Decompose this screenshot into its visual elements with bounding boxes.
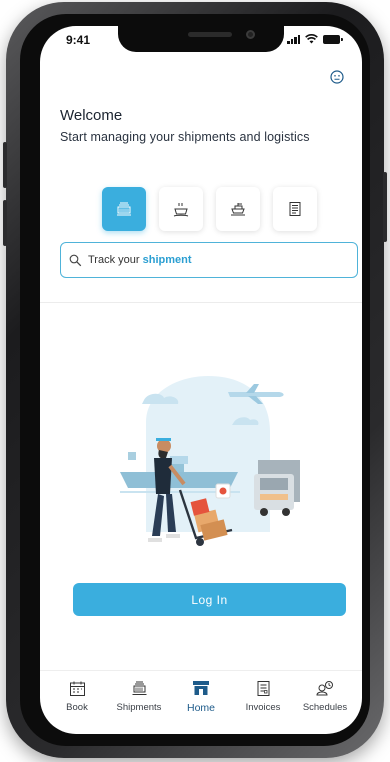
tab-home[interactable]: Home: [173, 679, 229, 734]
logistics-illustration: [120, 376, 300, 546]
track-shipment-input[interactable]: Track your shipment: [60, 242, 358, 278]
home-icon: [193, 681, 209, 695]
mode-button-document[interactable]: [273, 187, 317, 231]
tab-book[interactable]: Book: [49, 679, 105, 734]
sea-freight-icon: [117, 202, 131, 216]
delivery-truck: [254, 460, 300, 516]
status-icons: [287, 34, 343, 44]
app-screen: 9:41 Welcome Start managing your shipmen…: [40, 26, 362, 734]
wifi-icon: [305, 34, 318, 44]
search-placeholder: Track your shipment: [88, 254, 192, 266]
search-placeholder-prefix: Track your: [88, 254, 143, 266]
divider: [40, 302, 362, 303]
tab-label: Invoices: [245, 702, 281, 713]
signal-icon: [287, 34, 300, 44]
tab-label: Home: [186, 702, 215, 714]
air-freight-icon: [173, 203, 189, 217]
tab-label: Shipments: [116, 702, 162, 713]
page-title: Welcome: [60, 107, 123, 124]
side-button: [3, 142, 7, 188]
page-subtitle: Start managing your shipments and logist…: [60, 130, 310, 144]
status-time: 9:41: [66, 33, 91, 47]
mode-button-ship[interactable]: [216, 187, 260, 231]
invoice-icon: [257, 680, 269, 696]
ship-icon: [231, 203, 245, 216]
profile-icon[interactable]: [330, 70, 344, 84]
tab-schedules[interactable]: Schedules: [297, 679, 353, 734]
tab-invoices[interactable]: Invoices: [235, 679, 291, 734]
notch: [118, 26, 284, 52]
schedules-icon: [316, 680, 333, 695]
camera: [246, 30, 255, 39]
tab-shipments[interactable]: Shipments: [111, 679, 167, 734]
power-button: [383, 172, 387, 242]
speaker: [188, 32, 232, 37]
tab-label: Book: [66, 702, 88, 713]
mode-selector: [102, 187, 317, 231]
calendar-icon: [69, 681, 85, 696]
mode-button-air[interactable]: [159, 187, 203, 231]
battery-icon: [323, 34, 343, 44]
bottom-tab-bar: Book Shipments Home Invoices Schedules: [40, 670, 362, 734]
login-button[interactable]: Log In: [73, 583, 346, 616]
side-button: [3, 200, 7, 246]
tab-label: Schedules: [302, 702, 348, 713]
shipment-icon: [132, 681, 146, 695]
document-icon: [289, 202, 301, 216]
search-placeholder-highlight: shipment: [142, 254, 192, 266]
mode-button-sea[interactable]: [102, 187, 146, 231]
search-icon: [69, 254, 82, 266]
phone-frame: 9:41 Welcome Start managing your shipmen…: [3, 2, 387, 758]
